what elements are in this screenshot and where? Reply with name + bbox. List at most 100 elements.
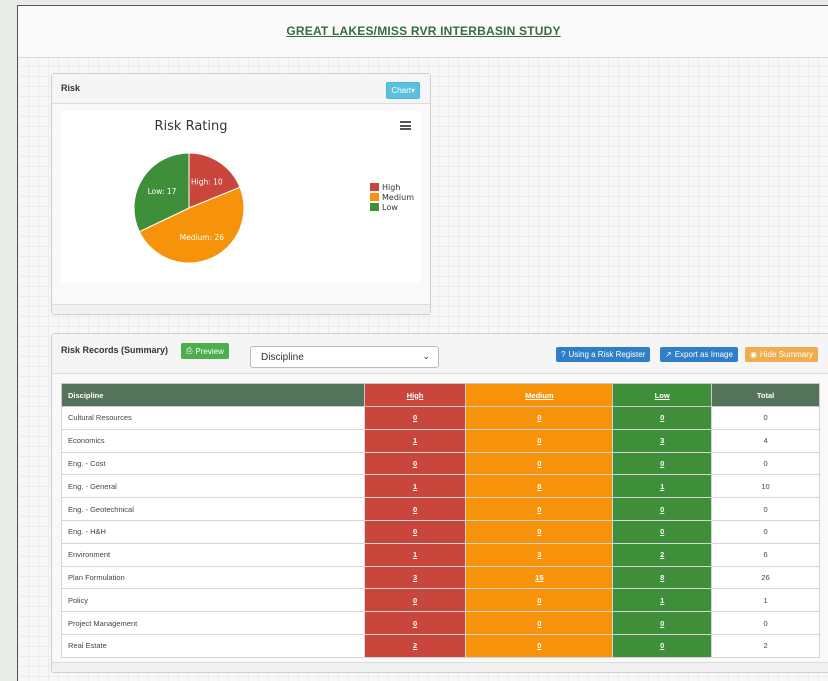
legend-swatch (370, 193, 379, 201)
row-high-link[interactable]: 1 (363, 542, 467, 567)
external-link-icon: ↗ (665, 350, 672, 359)
row-high-link[interactable]: 1 (363, 428, 467, 453)
legend-label: High (382, 182, 401, 192)
row-discipline-cell: Real Estate (61, 633, 365, 658)
row-discipline-cell: Cultural Resources (61, 406, 365, 430)
select-value: Discipline (261, 352, 304, 363)
column-header-discipline: Discipline (61, 383, 365, 407)
row-discipline-cell: Eng. - Cost (61, 451, 365, 476)
row-high-link[interactable]: 0 (363, 406, 467, 430)
export-image-button[interactable]: ↗ Export as Image (660, 347, 738, 362)
row-medium-link[interactable]: 0 (465, 497, 614, 521)
table-row: Project Management 0 0 0 0 (61, 611, 820, 635)
row-medium-link[interactable]: 0 (465, 588, 614, 613)
risk-rating-chart: Risk Rating High: 10 Medium: 26 Low: 17 Hi… (61, 111, 421, 283)
row-low-link[interactable]: 1 (612, 474, 713, 499)
legend-label: Medium (382, 192, 414, 202)
table-row: Policy 0 0 1 1 (61, 588, 820, 613)
table-row: Eng. - General 1 8 1 10 (61, 474, 820, 499)
row-low-link[interactable]: 1 (612, 588, 713, 613)
row-high-link[interactable]: 0 (363, 611, 467, 635)
row-discipline-cell: Eng. - Geotechnical (61, 497, 365, 521)
table-row: Plan Formulation 3 15 8 26 (61, 565, 820, 590)
chart-menu-icon[interactable] (400, 121, 411, 130)
row-high-link[interactable]: 0 (363, 451, 467, 476)
row-total-cell: 0 (711, 497, 820, 521)
table-row: Eng. - Cost 0 0 0 0 (61, 451, 820, 476)
summary-title: Risk Records (Summary) (61, 345, 169, 355)
row-low-link[interactable]: 0 (612, 633, 713, 658)
row-low-link[interactable]: 3 (612, 428, 713, 453)
preview-button[interactable]: ⎙ Preview (181, 343, 229, 359)
page-header: GREAT LAKES/MISS RVR INTERBASIN STUDY (18, 6, 828, 58)
column-header-high[interactable]: High (363, 383, 467, 407)
column-header-total: Total (711, 383, 820, 407)
chart-dropdown-button[interactable]: Chart▾ (386, 82, 420, 99)
row-high-link[interactable]: 0 (363, 519, 467, 544)
row-low-link[interactable]: 0 (612, 519, 713, 544)
legend-item-medium[interactable]: Medium (370, 192, 414, 202)
summary-footer (52, 662, 828, 672)
row-discipline-cell: Eng. - H&H (61, 519, 365, 544)
risk-summary-panel: Risk Records (Summary) ⎙ Preview Discipl… (51, 333, 828, 673)
column-header-medium[interactable]: Medium (465, 383, 614, 407)
row-low-link[interactable]: 0 (612, 497, 713, 521)
table-header-row: Discipline High Medium Low Total (61, 383, 820, 407)
row-high-link[interactable]: 0 (363, 588, 467, 613)
table-row: Real Estate 2 0 0 2 (61, 633, 820, 658)
row-medium-link[interactable]: 3 (465, 542, 614, 567)
group-by-select[interactable]: Discipline ⌄ (250, 346, 439, 368)
row-discipline-cell: Project Management (61, 611, 365, 635)
row-discipline-cell: Eng. - General (61, 474, 365, 499)
risk-panel-header: Risk Chart▾ (52, 74, 430, 104)
study-title-link[interactable]: GREAT LAKES/MISS RVR INTERBASIN STUDY (18, 24, 828, 38)
table-row: Cultural Resources 0 0 0 0 (61, 406, 820, 430)
table-row: Eng. - H&H 0 0 0 0 (61, 519, 820, 544)
row-discipline-cell: Plan Formulation (61, 565, 365, 590)
row-total-cell: 10 (711, 474, 820, 499)
pie-slice-label: Medium: 26 (180, 233, 225, 242)
row-medium-link[interactable]: 0 (465, 611, 614, 635)
row-high-link[interactable]: 3 (363, 565, 467, 590)
row-medium-link[interactable]: 0 (465, 519, 614, 544)
pie-slice-label: High: 10 (191, 178, 223, 187)
legend-item-high[interactable]: High (370, 182, 414, 192)
chevron-down-icon: ⌄ (422, 351, 430, 361)
legend-label: Low (382, 202, 398, 212)
pie-chart: High: 10 Medium: 26 Low: 17 (133, 152, 245, 264)
eye-slash-icon: ◉ (750, 350, 757, 359)
row-medium-link[interactable]: 8 (465, 474, 614, 499)
row-low-link[interactable]: 0 (612, 451, 713, 476)
row-medium-link[interactable]: 0 (465, 406, 614, 430)
row-total-cell: 6 (711, 542, 820, 567)
row-medium-link[interactable]: 0 (465, 451, 614, 476)
risk-summary-table: Discipline High Medium Low Total Cultura… (61, 383, 820, 658)
row-total-cell: 0 (711, 451, 820, 476)
row-discipline-cell: Economics (61, 428, 365, 453)
using-risk-register-button[interactable]: ? Using a Risk Register (556, 347, 651, 362)
row-total-cell: 2 (711, 633, 820, 658)
row-low-link[interactable]: 0 (612, 611, 713, 635)
legend-item-low[interactable]: Low (370, 202, 414, 212)
risk-panel-title: Risk (61, 83, 81, 93)
row-medium-link[interactable]: 15 (465, 565, 614, 590)
question-icon: ? (561, 350, 566, 359)
row-low-link[interactable]: 8 (612, 565, 713, 590)
row-high-link[interactable]: 2 (363, 633, 467, 658)
row-high-link[interactable]: 1 (363, 474, 467, 499)
column-header-low[interactable]: Low (612, 383, 713, 407)
row-discipline-cell: Environment (61, 542, 365, 567)
hide-label: Hide Summary (759, 350, 813, 359)
row-medium-link[interactable]: 0 (465, 428, 614, 453)
row-total-cell: 4 (711, 428, 820, 453)
row-total-cell: 0 (711, 611, 820, 635)
table-row: Environment 1 3 2 6 (61, 542, 820, 567)
row-low-link[interactable]: 0 (612, 406, 713, 430)
row-low-link[interactable]: 2 (612, 542, 713, 567)
row-medium-link[interactable]: 0 (465, 633, 614, 658)
row-high-link[interactable]: 0 (363, 497, 467, 521)
printer-icon: ⎙ (186, 346, 193, 355)
hide-summary-button[interactable]: ◉ Hide Summary (745, 347, 818, 362)
table-row: Eng. - Geotechnical 0 0 0 0 (61, 497, 820, 521)
row-total-cell: 1 (711, 588, 820, 613)
